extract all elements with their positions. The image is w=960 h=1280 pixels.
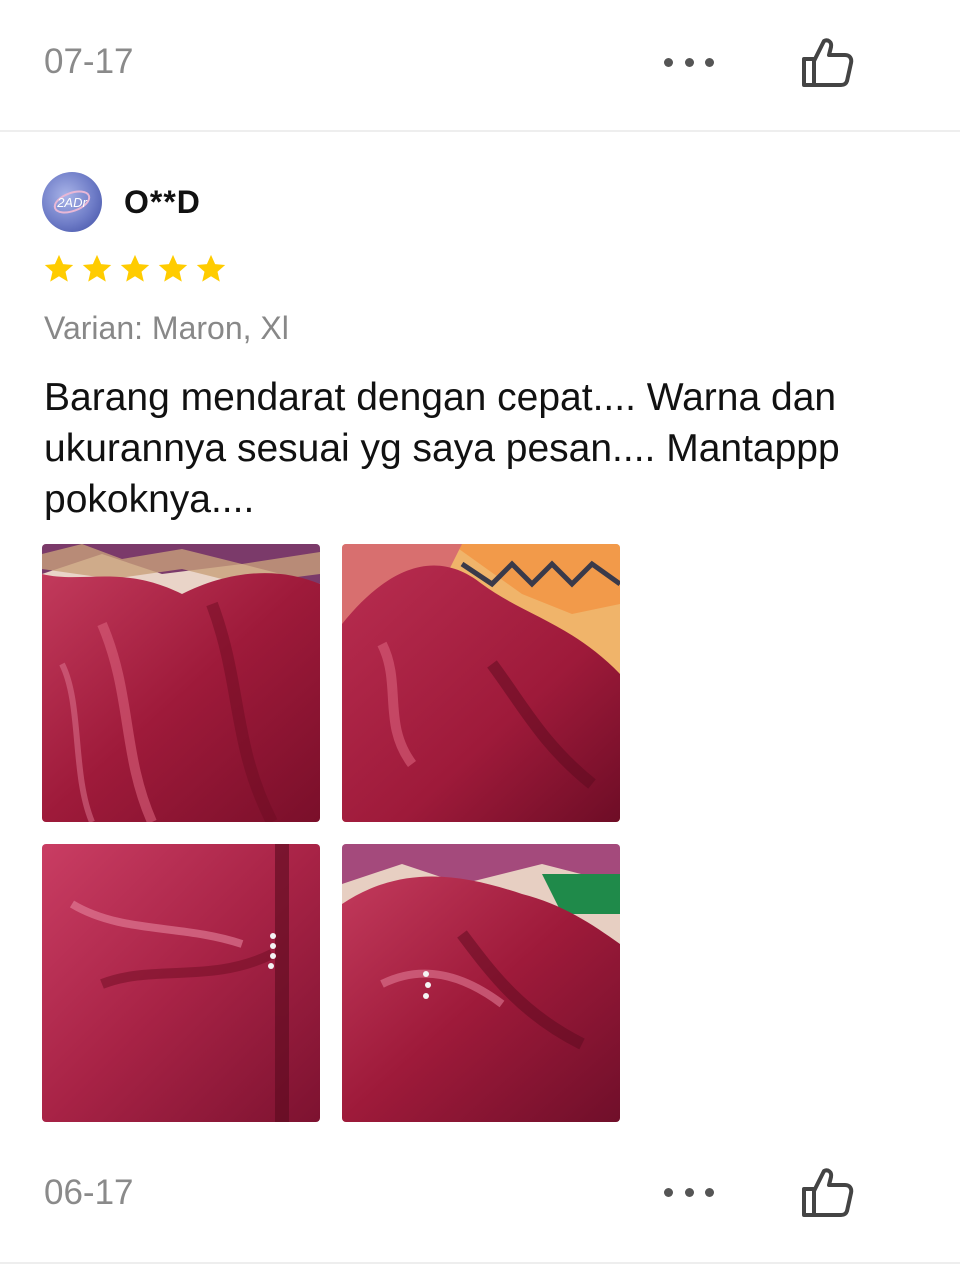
star-icon (44, 254, 74, 282)
review-text: Barang mendarat dengan cepat.... Warna d… (44, 376, 840, 521)
previous-review-more-icon[interactable] (664, 52, 714, 72)
username[interactable]: O**D (124, 184, 201, 221)
review-more-icon[interactable] (664, 1182, 714, 1202)
review-photo-4[interactable] (342, 844, 620, 1122)
svg-text:2ADr: 2ADr (56, 195, 87, 210)
previous-review-date: 07-17 (44, 42, 134, 81)
variant-label: Varian: Maron, Xl (44, 310, 289, 346)
bottom-divider (0, 1262, 960, 1264)
star-icon (82, 254, 112, 282)
rating-stars (42, 252, 228, 286)
thumbs-up-icon[interactable] (798, 1163, 856, 1221)
star-icon (196, 254, 226, 282)
avatar[interactable]: 2ADr (42, 172, 102, 232)
review-photo-1[interactable] (42, 544, 320, 822)
review-divider (0, 130, 960, 132)
review-photo-2[interactable] (342, 544, 620, 822)
review-photo-3[interactable] (42, 844, 320, 1122)
review-date: 06-17 (44, 1173, 134, 1212)
star-icon (158, 254, 188, 282)
thumbs-up-icon[interactable] (798, 33, 856, 91)
star-icon (120, 254, 150, 282)
